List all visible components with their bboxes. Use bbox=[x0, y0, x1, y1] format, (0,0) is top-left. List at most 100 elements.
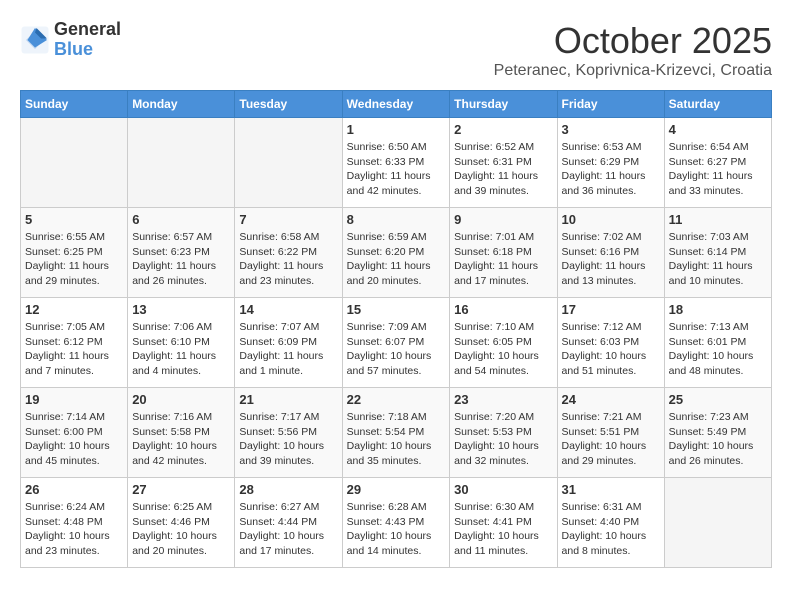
day-number: 2 bbox=[454, 122, 552, 137]
day-info: Sunrise: 7:09 AM Sunset: 6:07 PM Dayligh… bbox=[347, 320, 446, 379]
calendar-cell: 6 Sunrise: 6:57 AM Sunset: 6:23 PM Daylig… bbox=[128, 208, 235, 298]
day-of-week-header: Tuesday bbox=[235, 91, 342, 118]
day-info: Sunrise: 6:25 AM Sunset: 4:46 PM Dayligh… bbox=[132, 500, 230, 559]
calendar-table: SundayMondayTuesdayWednesdayThursdayFrid… bbox=[20, 90, 772, 568]
calendar-cell: 23 Sunrise: 7:20 AM Sunset: 5:53 PM Dayli… bbox=[450, 388, 557, 478]
calendar-cell: 31 Sunrise: 6:31 AM Sunset: 4:40 PM Dayli… bbox=[557, 478, 664, 568]
day-info: Sunrise: 6:50 AM Sunset: 6:33 PM Dayligh… bbox=[347, 140, 446, 199]
day-info: Sunrise: 6:52 AM Sunset: 6:31 PM Dayligh… bbox=[454, 140, 552, 199]
calendar-cell: 17 Sunrise: 7:12 AM Sunset: 6:03 PM Dayli… bbox=[557, 298, 664, 388]
calendar-cell: 25 Sunrise: 7:23 AM Sunset: 5:49 PM Dayli… bbox=[664, 388, 771, 478]
calendar-cell: 11 Sunrise: 7:03 AM Sunset: 6:14 PM Dayli… bbox=[664, 208, 771, 298]
day-number: 1 bbox=[347, 122, 446, 137]
day-of-week-header: Friday bbox=[557, 91, 664, 118]
day-number: 10 bbox=[562, 212, 660, 227]
calendar-cell: 13 Sunrise: 7:06 AM Sunset: 6:10 PM Dayli… bbox=[128, 298, 235, 388]
day-info: Sunrise: 6:55 AM Sunset: 6:25 PM Dayligh… bbox=[25, 230, 123, 289]
calendar-cell: 10 Sunrise: 7:02 AM Sunset: 6:16 PM Dayli… bbox=[557, 208, 664, 298]
day-number: 14 bbox=[239, 302, 337, 317]
day-info: Sunrise: 7:01 AM Sunset: 6:18 PM Dayligh… bbox=[454, 230, 552, 289]
page-header: General Blue October 2025 Peteranec, Kop… bbox=[20, 20, 772, 80]
day-info: Sunrise: 7:18 AM Sunset: 5:54 PM Dayligh… bbox=[347, 410, 446, 469]
days-of-week-row: SundayMondayTuesdayWednesdayThursdayFrid… bbox=[21, 91, 772, 118]
day-number: 16 bbox=[454, 302, 552, 317]
calendar-cell: 12Sunrise: 7:05 AM Sunset: 6:12 PM Dayli… bbox=[21, 298, 128, 388]
day-number: 4 bbox=[669, 122, 767, 137]
calendar-cell: 28 Sunrise: 6:27 AM Sunset: 4:44 PM Dayli… bbox=[235, 478, 342, 568]
day-info: Sunrise: 7:20 AM Sunset: 5:53 PM Dayligh… bbox=[454, 410, 552, 469]
calendar-cell: 20 Sunrise: 7:16 AM Sunset: 5:58 PM Dayli… bbox=[128, 388, 235, 478]
calendar-week-row: 26 Sunrise: 6:24 AM Sunset: 4:48 PM Dayli… bbox=[21, 478, 772, 568]
day-info: Sunrise: 6:54 AM Sunset: 6:27 PM Dayligh… bbox=[669, 140, 767, 199]
day-number: 24 bbox=[562, 392, 660, 407]
day-info: Sunrise: 6:30 AM Sunset: 4:41 PM Dayligh… bbox=[454, 500, 552, 559]
day-number: 23 bbox=[454, 392, 552, 407]
day-number: 9 bbox=[454, 212, 552, 227]
day-number: 18 bbox=[669, 302, 767, 317]
calendar-cell: 21 Sunrise: 7:17 AM Sunset: 5:56 PM Dayli… bbox=[235, 388, 342, 478]
day-of-week-header: Sunday bbox=[21, 91, 128, 118]
day-number: 7 bbox=[239, 212, 337, 227]
day-number: 31 bbox=[562, 482, 660, 497]
calendar-cell: 2 Sunrise: 6:52 AM Sunset: 6:31 PM Daylig… bbox=[450, 118, 557, 208]
day-info: Sunrise: 7:12 AM Sunset: 6:03 PM Dayligh… bbox=[562, 320, 660, 379]
day-number: 11 bbox=[669, 212, 767, 227]
day-number: 6 bbox=[132, 212, 230, 227]
day-of-week-header: Thursday bbox=[450, 91, 557, 118]
day-info: Sunrise: 7:03 AM Sunset: 6:14 PM Dayligh… bbox=[669, 230, 767, 289]
calendar-cell: 16 Sunrise: 7:10 AM Sunset: 6:05 PM Dayli… bbox=[450, 298, 557, 388]
calendar-cell: 4 Sunrise: 6:54 AM Sunset: 6:27 PM Daylig… bbox=[664, 118, 771, 208]
calendar-cell: 1 Sunrise: 6:50 AM Sunset: 6:33 PM Daylig… bbox=[342, 118, 450, 208]
day-info: Sunrise: 6:31 AM Sunset: 4:40 PM Dayligh… bbox=[562, 500, 660, 559]
day-info: Sunrise: 6:24 AM Sunset: 4:48 PM Dayligh… bbox=[25, 500, 123, 559]
day-number: 19 bbox=[25, 392, 123, 407]
day-info: Sunrise: 6:59 AM Sunset: 6:20 PM Dayligh… bbox=[347, 230, 446, 289]
calendar-cell bbox=[664, 478, 771, 568]
calendar-cell bbox=[21, 118, 128, 208]
day-number: 29 bbox=[347, 482, 446, 497]
day-number: 26 bbox=[25, 482, 123, 497]
day-number: 17 bbox=[562, 302, 660, 317]
calendar-cell: 19 Sunrise: 7:14 AM Sunset: 6:00 PM Dayli… bbox=[21, 388, 128, 478]
day-info: Sunrise: 7:16 AM Sunset: 5:58 PM Dayligh… bbox=[132, 410, 230, 469]
day-info: Sunrise: 7:07 AM Sunset: 6:09 PM Dayligh… bbox=[239, 320, 337, 379]
day-number: 25 bbox=[669, 392, 767, 407]
day-info: Sunrise: 7:06 AM Sunset: 6:10 PM Dayligh… bbox=[132, 320, 230, 379]
day-number: 13 bbox=[132, 302, 230, 317]
day-info: Sunrise: 7:14 AM Sunset: 6:00 PM Dayligh… bbox=[25, 410, 123, 469]
day-info: Sunrise: 6:57 AM Sunset: 6:23 PM Dayligh… bbox=[132, 230, 230, 289]
day-number: 30 bbox=[454, 482, 552, 497]
calendar-week-row: 19 Sunrise: 7:14 AM Sunset: 6:00 PM Dayli… bbox=[21, 388, 772, 478]
day-info: Sunrise: 7:17 AM Sunset: 5:56 PM Dayligh… bbox=[239, 410, 337, 469]
day-info: Sunrise: 7:10 AM Sunset: 6:05 PM Dayligh… bbox=[454, 320, 552, 379]
day-of-week-header: Monday bbox=[128, 91, 235, 118]
day-number: 12 bbox=[25, 302, 123, 317]
day-number: 28 bbox=[239, 482, 337, 497]
calendar-week-row: 5Sunrise: 6:55 AM Sunset: 6:25 PM Daylig… bbox=[21, 208, 772, 298]
calendar-cell: 22 Sunrise: 7:18 AM Sunset: 5:54 PM Dayli… bbox=[342, 388, 450, 478]
calendar-week-row: 12Sunrise: 7:05 AM Sunset: 6:12 PM Dayli… bbox=[21, 298, 772, 388]
day-info: Sunrise: 6:53 AM Sunset: 6:29 PM Dayligh… bbox=[562, 140, 660, 199]
calendar-body: 1 Sunrise: 6:50 AM Sunset: 6:33 PM Daylig… bbox=[21, 118, 772, 568]
calendar-cell: 26 Sunrise: 6:24 AM Sunset: 4:48 PM Dayli… bbox=[21, 478, 128, 568]
day-info: Sunrise: 7:23 AM Sunset: 5:49 PM Dayligh… bbox=[669, 410, 767, 469]
day-of-week-header: Wednesday bbox=[342, 91, 450, 118]
calendar-cell: 15 Sunrise: 7:09 AM Sunset: 6:07 PM Dayli… bbox=[342, 298, 450, 388]
day-number: 15 bbox=[347, 302, 446, 317]
month-title: October 2025 bbox=[494, 20, 772, 62]
logo: General Blue bbox=[20, 20, 121, 60]
location-subtitle: Peteranec, Koprivnica-Krizevci, Croatia bbox=[494, 62, 772, 80]
calendar-week-row: 1 Sunrise: 6:50 AM Sunset: 6:33 PM Daylig… bbox=[21, 118, 772, 208]
day-number: 21 bbox=[239, 392, 337, 407]
day-info: Sunrise: 6:27 AM Sunset: 4:44 PM Dayligh… bbox=[239, 500, 337, 559]
day-number: 20 bbox=[132, 392, 230, 407]
calendar-cell bbox=[235, 118, 342, 208]
calendar-cell: 5Sunrise: 6:55 AM Sunset: 6:25 PM Daylig… bbox=[21, 208, 128, 298]
day-of-week-header: Saturday bbox=[664, 91, 771, 118]
day-number: 22 bbox=[347, 392, 446, 407]
logo-text: General Blue bbox=[54, 20, 121, 60]
calendar-cell bbox=[128, 118, 235, 208]
calendar-cell: 8Sunrise: 6:59 AM Sunset: 6:20 PM Daylig… bbox=[342, 208, 450, 298]
day-number: 3 bbox=[562, 122, 660, 137]
day-info: Sunrise: 7:02 AM Sunset: 6:16 PM Dayligh… bbox=[562, 230, 660, 289]
